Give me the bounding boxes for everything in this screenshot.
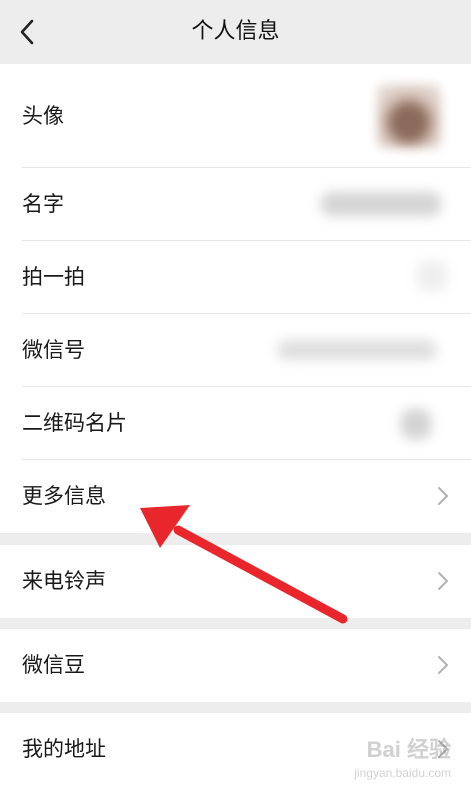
chevron-right-icon [438, 572, 448, 590]
blurred-pat-value [417, 261, 447, 291]
row-label: 来电铃声 [22, 569, 106, 593]
row-label: 二维码名片 [22, 411, 127, 435]
row-more-info[interactable]: 更多信息 [0, 460, 471, 533]
row-ringtone[interactable]: 来电铃声 [0, 545, 471, 618]
row-name[interactable]: 名字 [0, 168, 471, 241]
page-title: 个人信息 [191, 19, 280, 44]
navigation-bar: 个人信息 [0, 0, 471, 64]
chevron-right-icon [438, 487, 448, 505]
row-qr-code[interactable]: 二维码名片 [0, 387, 471, 460]
row-wechat-id[interactable]: 微信号 [0, 314, 471, 387]
row-label: 我的地址 [22, 737, 106, 761]
profile-info-group: 头像 名字 拍一拍 微信号 二维码名片 更多信息 [0, 64, 471, 533]
blurred-wechat-id-value [277, 340, 437, 360]
blurred-name-value [321, 192, 441, 216]
blurred-qr-icon [401, 409, 431, 439]
watermark-logo: Bai 经验 [366, 737, 451, 762]
row-label: 拍一拍 [22, 265, 85, 289]
row-wechat-beans[interactable]: 微信豆 [0, 629, 471, 702]
watermark-url: jingyan.baidu.com [354, 766, 451, 780]
avatar [377, 84, 441, 148]
row-label: 微信豆 [22, 653, 85, 677]
row-label: 更多信息 [22, 484, 106, 508]
row-label: 微信号 [22, 338, 85, 362]
row-pat[interactable]: 拍一拍 [0, 241, 471, 314]
wechat-beans-group: 微信豆 [0, 629, 471, 702]
ringtone-group: 来电铃声 [0, 545, 471, 618]
chevron-right-icon [438, 656, 448, 674]
row-label: 头像 [22, 104, 64, 128]
row-avatar[interactable]: 头像 [0, 64, 471, 168]
row-label: 名字 [22, 192, 64, 216]
